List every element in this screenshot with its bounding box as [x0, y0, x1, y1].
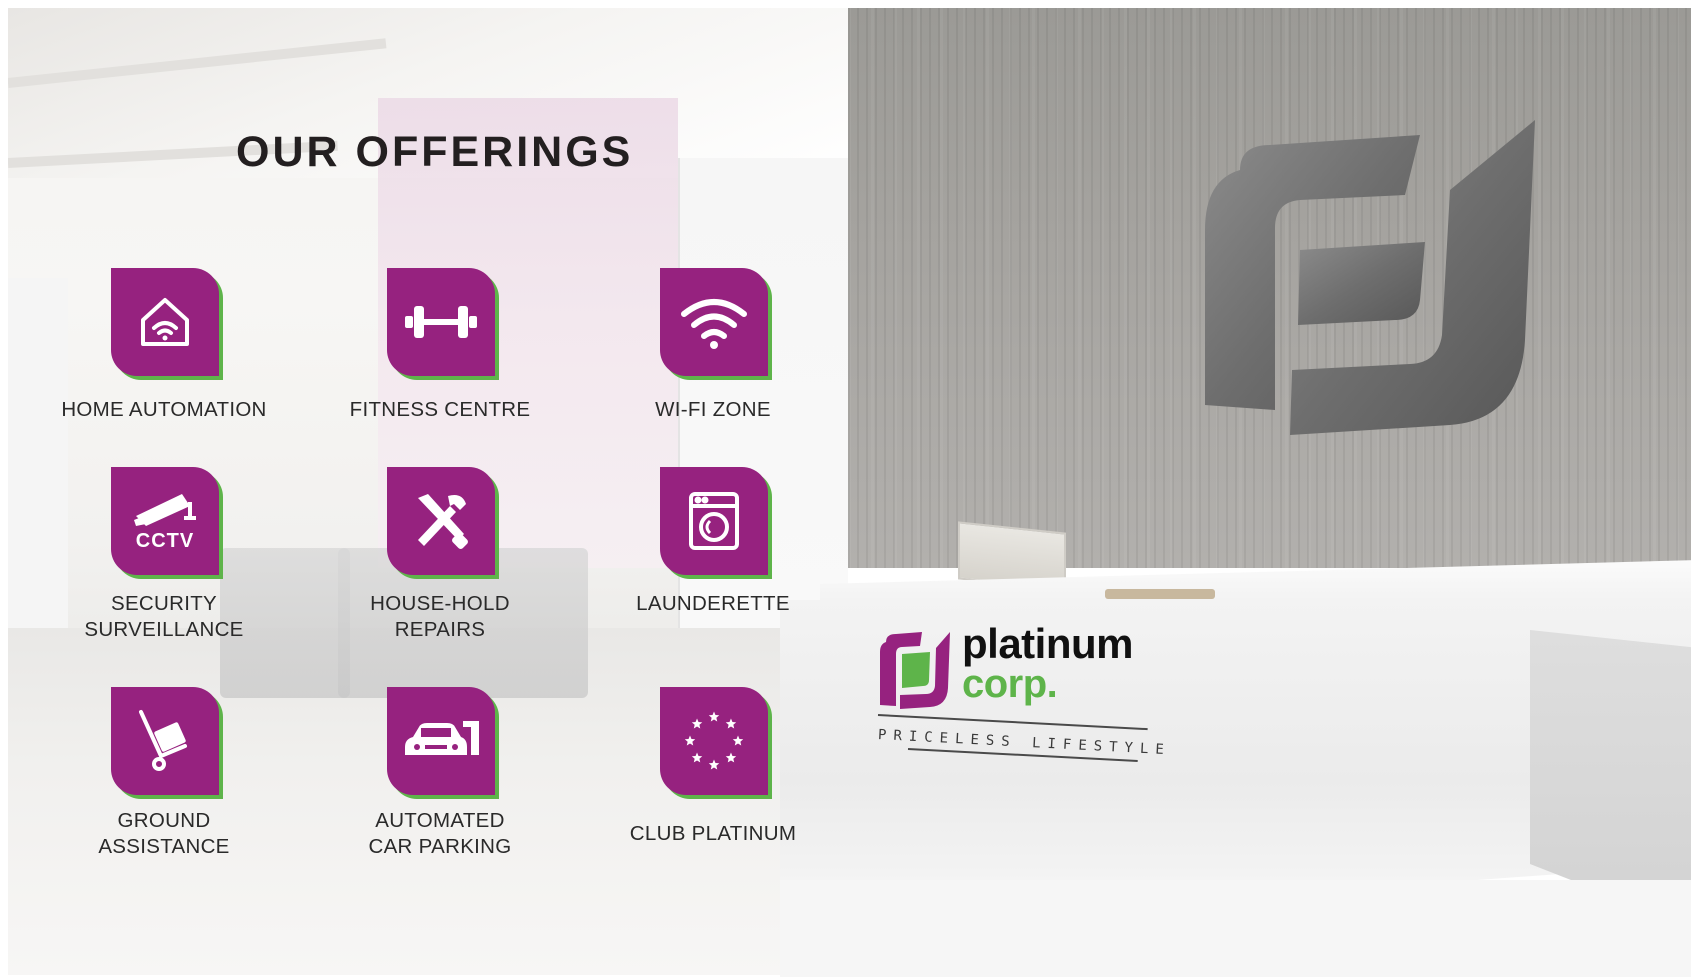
offering-label: SURVEILLANCE [84, 618, 244, 641]
offering-label: FITNESS CENTRE [349, 398, 531, 421]
wifi-icon [660, 268, 768, 376]
brand-rule [877, 714, 1148, 731]
desk-tray [1105, 589, 1215, 599]
star-shape [684, 735, 696, 746]
brand-logo-mark [880, 632, 950, 709]
cctv-icon-text: CCTV [135, 530, 195, 552]
brand-signage: platinum corp. PRICELESS LIFESTYLE [877, 623, 1178, 802]
star-shape [708, 759, 720, 770]
frame-left [0, 0, 8, 977]
offerings-heading: OUR OFFERINGS [236, 128, 634, 176]
star-shape [732, 735, 744, 746]
offering-label: REPAIRS [394, 618, 486, 641]
offering-label: LAUNDERETTE [636, 592, 790, 615]
brand-name: platinum [962, 620, 1134, 667]
offering-label: WI-FI ZONE [655, 398, 771, 421]
washing-machine-icon [660, 467, 768, 575]
offerings-banner: OUR OFFERINGS HOME AUTOMATION FITNESS CE… [0, 0, 1699, 977]
car-parking-icon [387, 687, 495, 795]
offering-label: CLUB PLATINUM [629, 822, 797, 845]
tools-icon [387, 467, 495, 575]
star-circle-icon [660, 687, 768, 795]
offering-label: ASSISTANCE [98, 835, 230, 858]
frame-right [1691, 0, 1699, 977]
luggage-trolley-icon [111, 687, 219, 795]
star-shape [725, 718, 737, 729]
wall-logo-sculpture [1205, 120, 1535, 435]
star-shape [708, 711, 720, 722]
offering-label: AUTOMATED [375, 809, 505, 832]
offering-label: GROUND [117, 809, 211, 832]
star-shape [691, 718, 703, 729]
offering-label: CAR PARKING [368, 835, 512, 858]
offering-label: HOME AUTOMATION [61, 398, 267, 421]
star-shape [691, 752, 703, 763]
offering-label: SECURITY [110, 592, 218, 615]
offering-label: HOUSE-HOLD [370, 592, 510, 615]
frame-top [0, 0, 1699, 8]
cctv-camera-icon: CCTV [111, 467, 219, 575]
dumbbell-icon [387, 268, 495, 376]
star-shape [725, 752, 737, 763]
brand-suffix: corp. [962, 662, 1058, 706]
lobby-wall-panel [8, 278, 68, 638]
reception-floor [780, 880, 1699, 977]
smart-home-icon [111, 268, 219, 376]
